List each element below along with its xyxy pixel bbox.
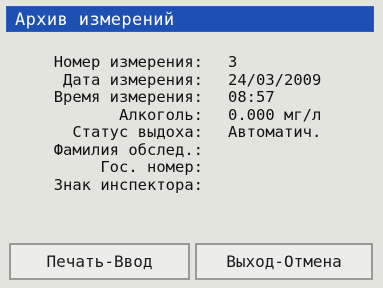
record-row-number: Номер измерения: 3 xyxy=(12,53,376,72)
exit-cancel-button[interactable]: Выход-Отмена xyxy=(195,243,373,280)
print-enter-button[interactable]: Печать-Ввод xyxy=(9,243,190,280)
field-label-time: Время измерения: xyxy=(53,88,203,106)
field-label-number: Номер измерения: xyxy=(53,53,203,71)
field-value-alcohol: 0.000 мг/л xyxy=(228,105,322,124)
field-label-plate: Гос. номер: xyxy=(100,158,203,176)
record-row-date: Дата измерения: 24/03/2009 xyxy=(12,70,376,90)
field-value-number: 3 xyxy=(228,53,238,71)
record-row-breath-status: Статус выдоха: Автоматич. xyxy=(12,123,376,142)
screen-title: Архив измерений xyxy=(15,10,175,30)
field-label-date: Дата измерения: xyxy=(63,70,203,89)
field-label-inspector: Знак инспектора: xyxy=(53,175,203,194)
field-value-date: 24/03/2009 xyxy=(228,70,322,89)
field-label-breath-status: Статус выдоха: xyxy=(72,123,203,141)
record-row-alcohol: Алкоголь: 0.000 мг/л xyxy=(12,105,376,125)
record-row-plate: Гос. номер: xyxy=(12,158,376,177)
field-value-breath-status: Автоматич. xyxy=(228,123,322,141)
field-label-alcohol: Алкоголь: xyxy=(119,105,203,124)
field-value-time: 08:57 xyxy=(228,88,275,106)
device-screen: Архив измерений Номер измерения: 3 Дата … xyxy=(0,0,383,288)
record-row-surname: Фамилия обслед.: xyxy=(12,140,376,160)
measurement-record: Номер измерения: 3 Дата измерения: 24/03… xyxy=(12,53,376,195)
record-row-inspector: Знак инспектора: xyxy=(12,175,376,195)
title-bar: Архив измерений xyxy=(6,6,374,32)
record-row-time: Время измерения: 08:57 xyxy=(12,88,376,107)
field-label-surname: Фамилия обслед.: xyxy=(53,140,203,159)
